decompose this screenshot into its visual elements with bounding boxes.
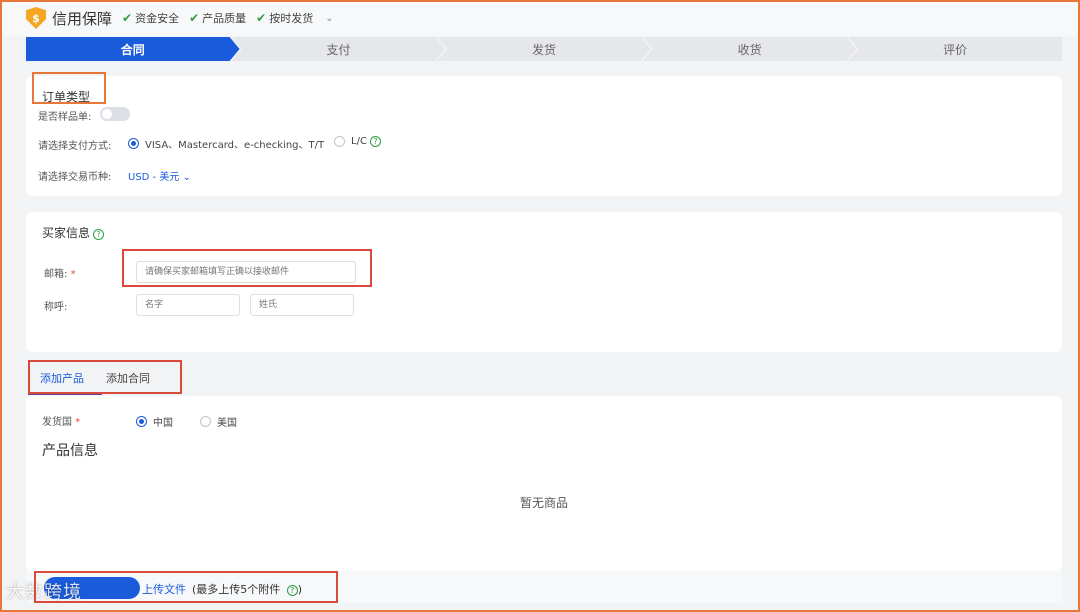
guarantee-label: 按时发货: [269, 12, 314, 25]
radio-selected[interactable]: [136, 416, 147, 427]
order-type-card: 订单类型 是否样品单: 请选择支付方式: VISA、Mastercard、e-c…: [26, 76, 1062, 196]
step-shipping: 发货: [437, 37, 651, 61]
product-info-title: 产品信息: [42, 443, 98, 459]
currency-value: USD - 美元: [128, 172, 180, 183]
guarantee-label: 资金安全: [135, 12, 180, 25]
payment-option-lc[interactable]: L/C ?: [334, 136, 381, 147]
help-icon[interactable]: ?: [369, 136, 381, 147]
shield-glyph: $: [32, 11, 40, 25]
product-card: 发货国 * 中国 美国 产品信息 暂无商品: [26, 396, 1062, 571]
step-payment: 支付: [232, 37, 446, 61]
shield-icon: $: [26, 7, 46, 29]
chevron-down-icon[interactable]: ⌄: [325, 13, 333, 24]
guarantee-fund-safety: ✔ 资金安全: [122, 10, 179, 26]
help-icon[interactable]: ?: [93, 229, 105, 240]
guarantee-on-time-delivery: ✔ 按时发货: [256, 10, 313, 26]
first-name-input[interactable]: [136, 294, 240, 316]
step-review: 评价: [848, 37, 1062, 61]
email-input[interactable]: [136, 261, 356, 283]
payment-option-visa[interactable]: VISA、Mastercard、e-checking、T/T: [128, 136, 324, 151]
ship-country-label: 发货国 *: [42, 413, 80, 428]
upload-note-text: (最多上传5个附件: [192, 583, 281, 596]
chevron-down-icon: ⌄: [182, 172, 191, 183]
currency-label: 请选择交易币种:: [38, 172, 112, 183]
upload-file-link[interactable]: 上传文件 (最多上传5个附件 ?): [142, 581, 302, 597]
empty-product-message: 暂无商品: [519, 496, 568, 510]
radio-unselected[interactable]: [200, 416, 211, 427]
payment-method-label: 请选择支付方式:: [38, 141, 112, 152]
last-name-input[interactable]: [250, 294, 354, 316]
sample-order-label: 是否样品单:: [38, 112, 92, 123]
step-contract: 合同: [26, 37, 240, 61]
check-icon: ✔: [256, 11, 267, 25]
tab-add-contract[interactable]: 添加合同: [106, 366, 150, 390]
required-mark: *: [70, 269, 76, 280]
tab-add-product[interactable]: 添加产品: [40, 366, 84, 390]
upload-note-close: ): [297, 583, 303, 596]
ship-country-usa[interactable]: 美国: [200, 414, 237, 429]
order-type-title: 订单类型: [42, 90, 91, 104]
brand-title: 信用保障: [52, 9, 113, 28]
buyer-info-title: 买家信息?: [42, 224, 105, 241]
name-label: 称呼:: [44, 302, 68, 313]
radio-selected[interactable]: [128, 138, 139, 149]
upload-note: (最多上传5个附件 ?): [192, 583, 302, 596]
currency-select[interactable]: USD - 美元 ⌄: [128, 168, 191, 183]
check-icon: ✔: [122, 11, 133, 25]
buyer-info-title-text: 买家信息: [42, 226, 91, 240]
active-tab-indicator: [28, 393, 102, 395]
radio-unselected[interactable]: [334, 136, 345, 147]
country-label: 中国: [153, 418, 173, 429]
guarantee-product-quality: ✔ 产品质量: [189, 10, 246, 26]
upload-label[interactable]: 上传文件: [142, 583, 186, 596]
payment-option-label: VISA、Mastercard、e-checking、T/T: [145, 140, 325, 151]
buyer-info-card: 买家信息? 邮箱: * 称呼:: [26, 212, 1062, 352]
required-mark: *: [75, 417, 81, 428]
email-label-text: 邮箱:: [44, 269, 68, 280]
country-label: 美国: [217, 418, 237, 429]
help-icon[interactable]: ?: [286, 585, 298, 596]
payment-option-label: L/C: [351, 136, 367, 147]
order-progress-steps: 合同 支付 发货 收货 评价: [26, 37, 1062, 61]
email-label: 邮箱: *: [44, 265, 76, 280]
ship-country-label-text: 发货国: [42, 417, 72, 428]
product-contract-tabs: 添加产品 添加合同: [30, 362, 162, 394]
guarantee-label: 产品质量: [202, 12, 247, 25]
ship-country-china[interactable]: 中国: [136, 414, 173, 429]
step-receipt: 收货: [643, 37, 857, 61]
sample-order-toggle[interactable]: [100, 107, 130, 121]
watermark: 大数跨境: [6, 582, 82, 603]
check-icon: ✔: [189, 11, 200, 25]
credit-guarantee-header: $ 信用保障 ✔ 资金安全 ✔ 产品质量 ✔ 按时发货 ⌄: [0, 0, 1080, 36]
